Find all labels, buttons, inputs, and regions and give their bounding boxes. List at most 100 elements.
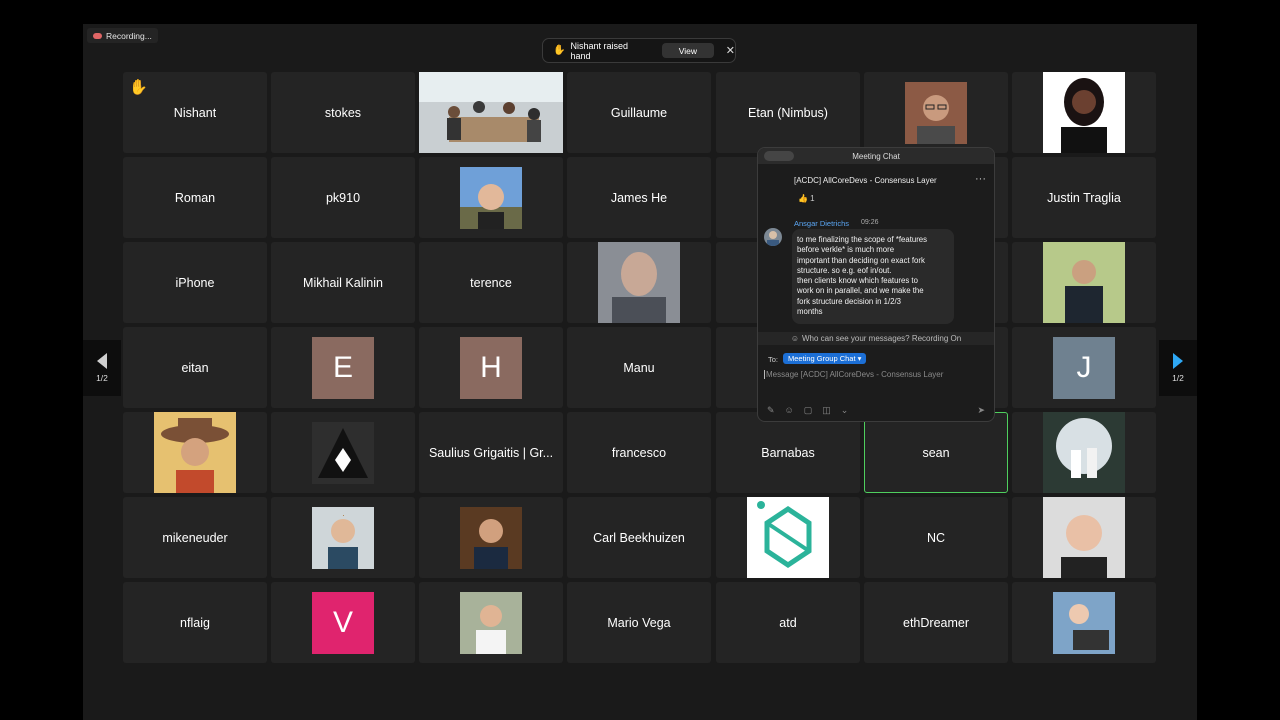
participant-tile[interactable]: Justin Traglia — [1012, 157, 1156, 238]
participant-tile[interactable] — [1012, 497, 1156, 578]
participant-tile[interactable] — [1012, 582, 1156, 663]
participant-tile[interactable]: eitan — [123, 327, 267, 408]
participant-tile[interactable] — [123, 412, 267, 493]
participant-photo — [154, 412, 236, 493]
recipient-dropdown[interactable]: Meeting Group Chat ▾ — [783, 353, 867, 364]
emoji-icon[interactable]: ☺ — [785, 405, 794, 416]
participant-tile[interactable] — [567, 242, 711, 323]
participant-tile[interactable]: Mario Vega — [567, 582, 711, 663]
more-options-icon[interactable]: ··· — [975, 173, 986, 185]
thumbs-up-reaction[interactable]: 👍 1 — [798, 194, 815, 203]
participant-tile[interactable]: ethDreamer — [864, 582, 1008, 663]
participant-tile[interactable] — [419, 157, 563, 238]
avatar-letter: E — [332, 350, 353, 384]
participant-name: Mario Vega — [607, 615, 671, 630]
file-icon[interactable]: ▢ — [804, 405, 813, 416]
participant-name: eitan — [181, 360, 209, 375]
participant-tile[interactable] — [271, 412, 415, 493]
participant-tile[interactable]: V — [271, 582, 415, 663]
participant-tile[interactable]: H — [419, 327, 563, 408]
participant-name: pk910 — [325, 190, 361, 205]
send-icon[interactable]: ➤ — [977, 405, 985, 416]
page-indicator: 1/2 — [96, 373, 108, 383]
participant-tile[interactable] — [419, 582, 563, 663]
letter-avatar: E — [312, 336, 374, 399]
recording-indicator[interactable]: Recording... — [87, 28, 158, 43]
participant-name: iPhone — [175, 275, 215, 290]
chevron-right-icon — [1173, 353, 1183, 369]
participant-name: NC — [926, 530, 946, 545]
avatar-letter: H — [480, 350, 502, 384]
meeting-chat-panel: Meeting Chat [ACDC] AllCoreDevs - Consen… — [757, 147, 995, 422]
chat-titlebar: Meeting Chat — [758, 148, 994, 164]
participant-tile[interactable] — [1012, 412, 1156, 493]
participant-tile[interactable]: stokes — [271, 72, 415, 153]
participant-tile[interactable]: Saulius Grigaitis | Gr... — [419, 412, 563, 493]
previous-page-button[interactable]: 1/2 — [83, 340, 121, 396]
participant-tile[interactable]: iPhone — [123, 242, 267, 323]
participant-name: nflaig — [180, 615, 210, 630]
message-line: months — [797, 307, 823, 317]
message-line: work on in parallel, and we make the — [797, 286, 924, 296]
participant-tile[interactable]: Barnabas — [716, 412, 860, 493]
participant-tile[interactable]: Guillaume — [567, 72, 711, 153]
participant-photo — [1043, 242, 1125, 323]
participant-photo — [312, 421, 374, 484]
recipient-label: To: — [768, 355, 779, 364]
participant-tile[interactable] — [1012, 242, 1156, 323]
message-sender[interactable]: Ansgar Dietrichs — [794, 219, 849, 228]
participant-tile[interactable] — [864, 72, 1008, 153]
screenshot-icon[interactable]: ◫ — [822, 405, 831, 416]
participant-name: Roman — [174, 190, 216, 205]
participant-name: Saulius Grigaitis | Gr... — [428, 445, 554, 460]
participant-tile[interactable]: francesco — [567, 412, 711, 493]
participant-tile[interactable]: Manu — [567, 327, 711, 408]
participant-tile[interactable]: E — [271, 327, 415, 408]
format-icon[interactable]: ✎ — [767, 405, 775, 416]
participant-name: stokes — [324, 105, 362, 120]
participant-tile[interactable]: NC — [864, 497, 1008, 578]
participant-tile[interactable] — [419, 72, 563, 153]
message-line: important than deciding on exact fork — [797, 255, 925, 265]
participant-tile[interactable]: Roman — [123, 157, 267, 238]
participant-name: Guillaume — [610, 105, 668, 120]
privacy-notice[interactable]: ☺ Who can see your messages? Recording O… — [758, 332, 994, 345]
participant-tile[interactable] — [271, 497, 415, 578]
participant-tile[interactable]: nflaig — [123, 582, 267, 663]
chat-title: Meeting Chat — [852, 151, 900, 161]
participant-tile[interactable]: terence — [419, 242, 563, 323]
participant-tile[interactable]: Carl Beekhuizen — [567, 497, 711, 578]
participant-name: Mikhail Kalinin — [303, 275, 383, 290]
chevron-down-icon[interactable]: ⌄ — [841, 405, 849, 416]
letter-avatar: H — [460, 336, 522, 399]
participant-tile[interactable] — [716, 497, 860, 578]
participant-tile[interactable]: James He — [567, 157, 711, 238]
participant-tile[interactable]: J — [1012, 327, 1156, 408]
participant-tile[interactable]: sean — [864, 412, 1008, 493]
participant-tile[interactable] — [419, 497, 563, 578]
window-controls[interactable] — [764, 151, 794, 161]
participant-tile[interactable]: atd — [716, 582, 860, 663]
raised-hand-icon: ✋ — [129, 79, 148, 96]
message-line: structure. so e.g. eof in/out. — [797, 265, 892, 275]
cloud-icon — [93, 32, 102, 39]
participant-tile[interactable]: pk910 — [271, 157, 415, 238]
message-line: to me finalizing the scope of *features — [797, 235, 928, 244]
participant-tile[interactable]: Mikhail Kalinin — [271, 242, 415, 323]
next-page-button[interactable]: 1/2 — [1159, 340, 1197, 396]
participant-tile[interactable] — [1012, 72, 1156, 153]
participant-photo — [419, 72, 563, 153]
close-icon[interactable]: ✕ — [726, 44, 735, 57]
chat-toolbar: ✎ ☺ ▢ ◫ ⌄ — [767, 405, 848, 416]
participant-tile[interactable]: mikeneuder — [123, 497, 267, 578]
participant-name: sean — [922, 445, 950, 460]
message-line: fork structure decision in 1/2/3 — [797, 296, 902, 306]
participant-tile[interactable]: ✋ Nishant — [123, 72, 267, 153]
participant-name: atd — [779, 615, 797, 630]
participant-name: francesco — [611, 445, 667, 460]
people-icon: ☺ — [790, 334, 799, 343]
participant-tile[interactable]: Etan (Nimbus) — [716, 72, 860, 153]
raised-hand-notification: ✋ Nishant raised hand View ✕ — [542, 38, 736, 63]
view-button[interactable]: View — [662, 43, 714, 58]
message-input[interactable]: Message [ACDC] AllCoreDevs - Consensus L… — [764, 370, 986, 379]
